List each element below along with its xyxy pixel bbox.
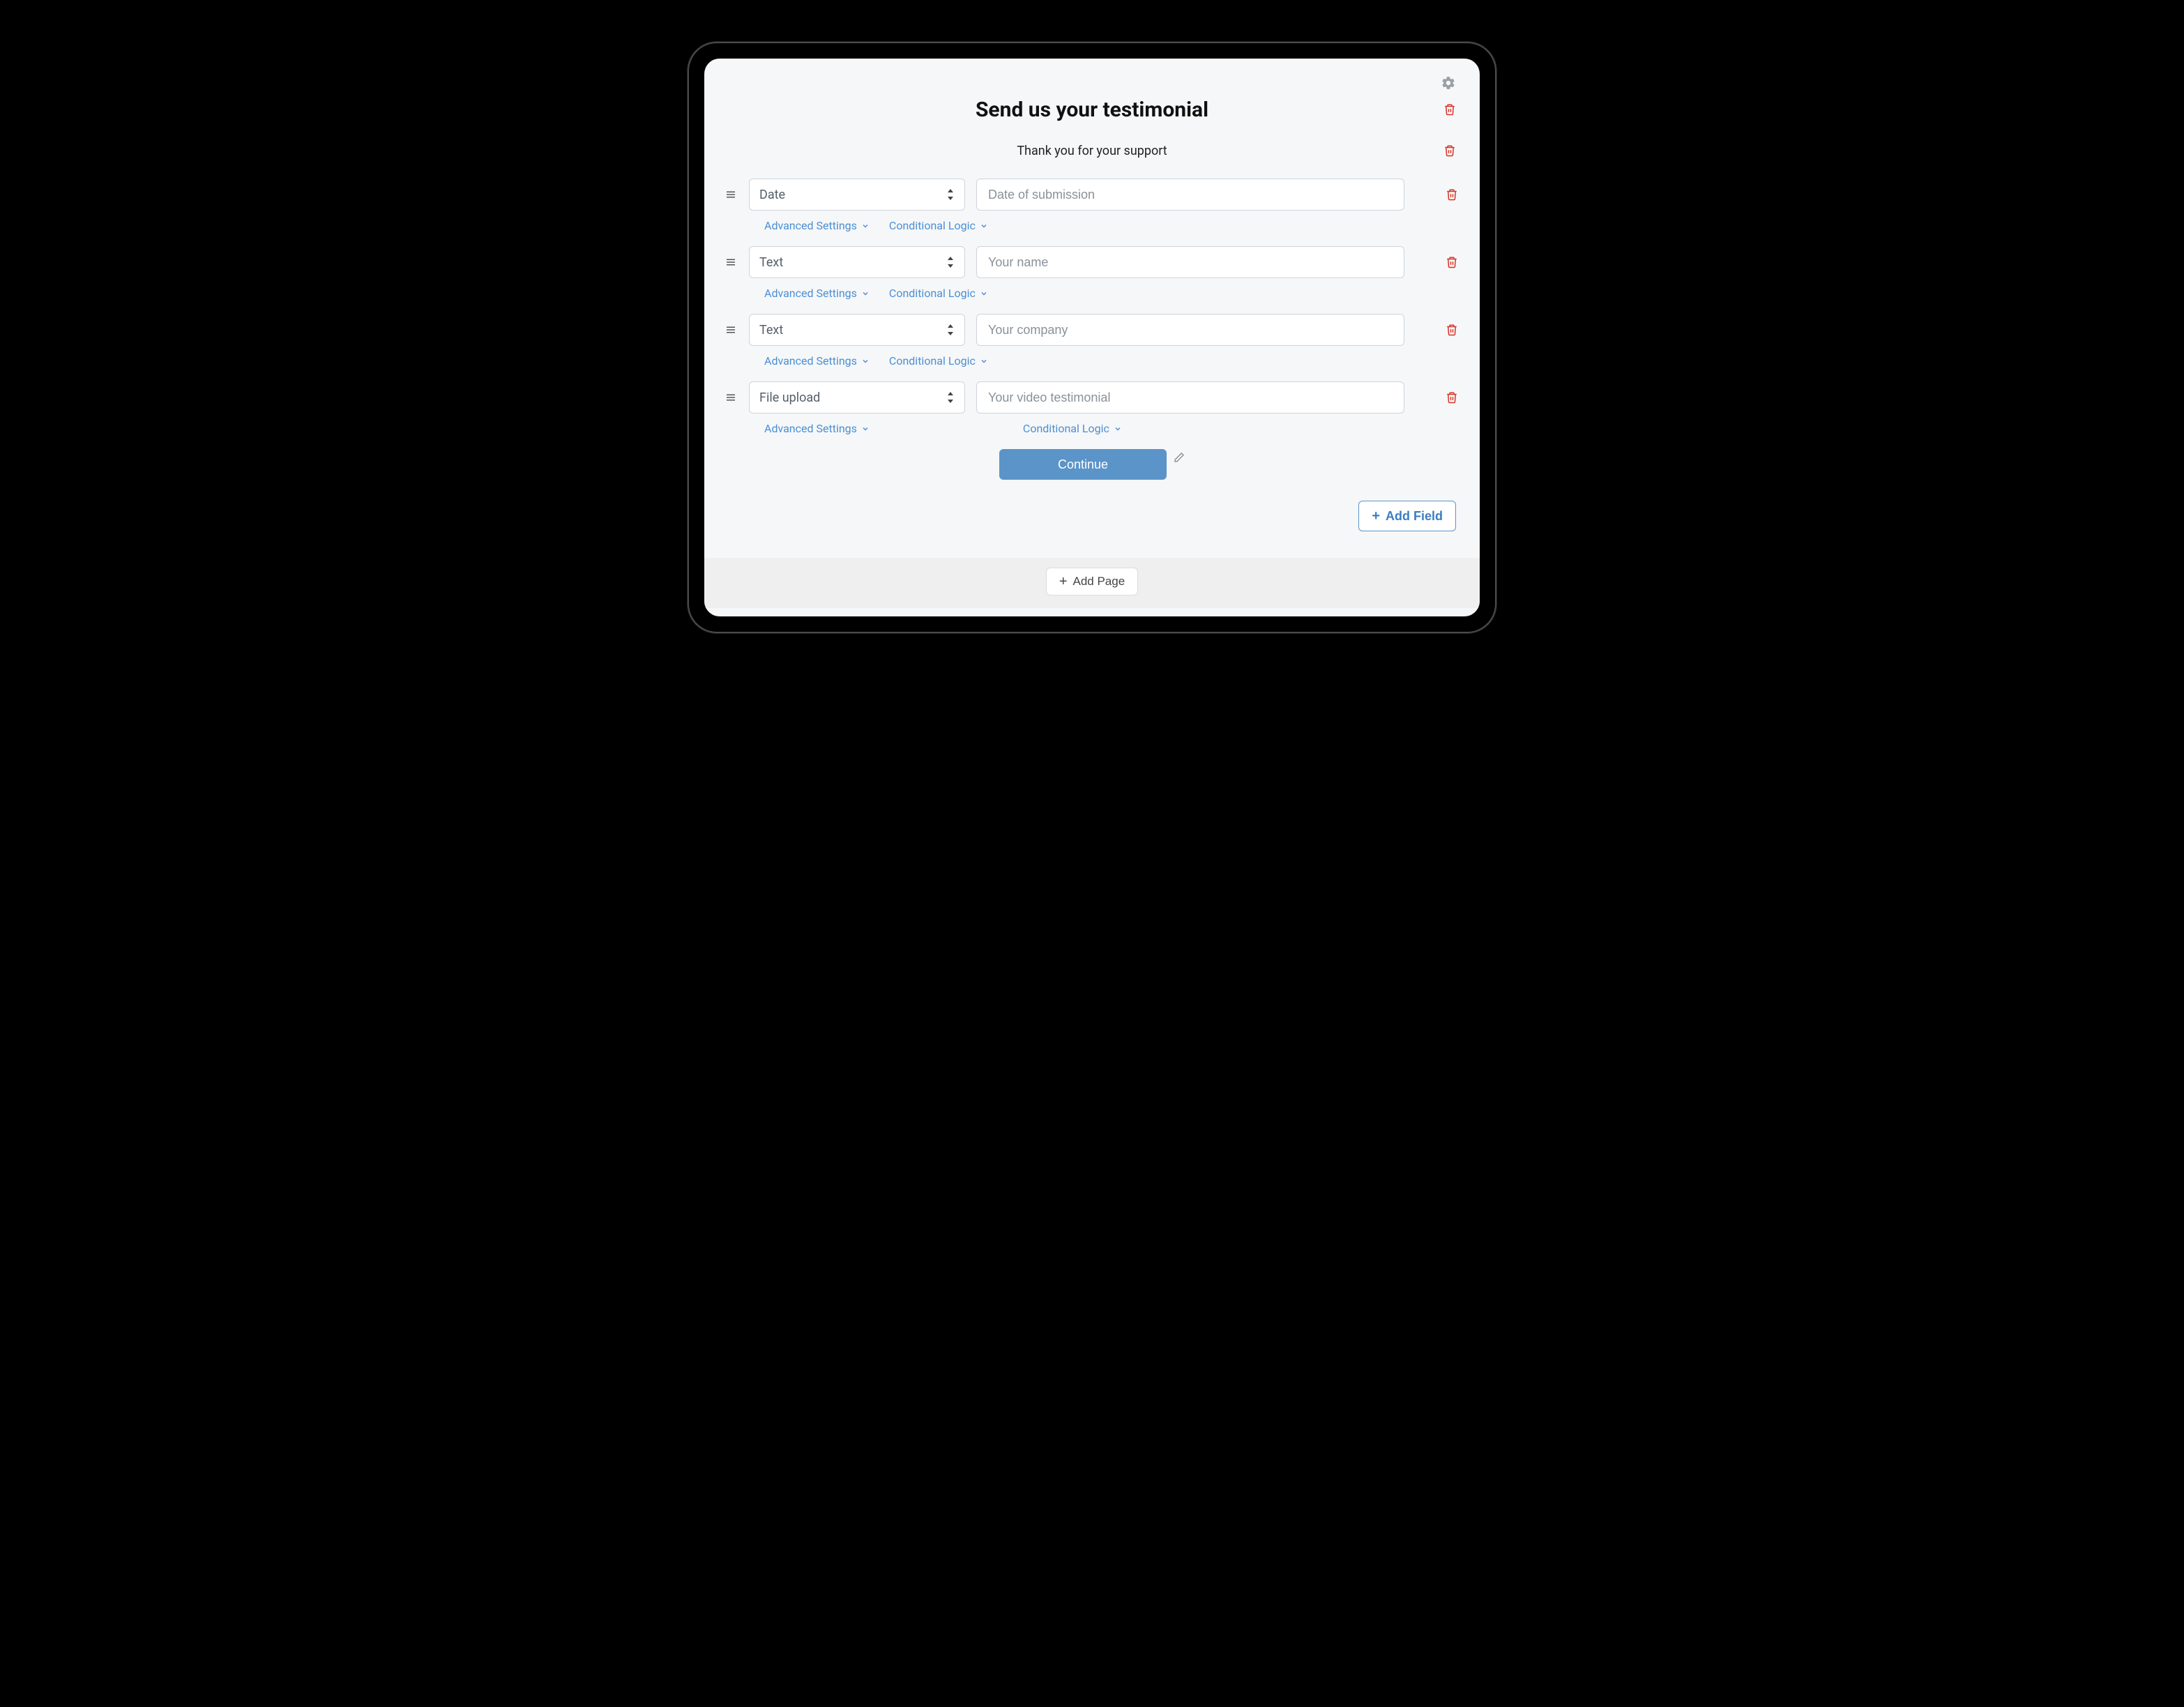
add-page-button[interactable]: + Add Page [1046,568,1138,595]
advanced-settings-label: Advanced Settings [764,287,857,300]
advanced-settings-label: Advanced Settings [764,354,857,367]
field-label-input[interactable] [976,179,1404,211]
drag-handle-icon[interactable] [724,256,738,268]
select-sort-icon [946,392,955,403]
add-field-label: Add Field [1386,509,1443,524]
drag-handle-icon[interactable] [724,188,738,201]
field-type-value: Text [759,323,783,337]
field-type-value: File upload [759,390,820,405]
chevron-down-icon [861,425,870,433]
delete-field-trash-icon[interactable] [1443,188,1460,201]
field-type-select[interactable]: Text [749,246,965,278]
edit-continue-pencil-icon[interactable] [1174,452,1185,463]
chevron-down-icon [861,289,870,298]
advanced-settings-link[interactable]: Advanced Settings [764,219,870,232]
chevron-down-icon [980,357,988,365]
page-subtitle: Thank you for your support [1017,144,1167,158]
drag-handle-icon[interactable] [724,391,738,404]
form-field-block: Text Advanced Settings Conditional Logic [724,314,1460,367]
conditional-logic-label: Conditional Logic [889,354,976,367]
select-sort-icon [946,189,955,200]
conditional-logic-link[interactable]: Conditional Logic [889,219,988,232]
form-field-block: Date Advanced Settings Conditional Logic [724,179,1460,232]
field-label-input[interactable] [976,246,1404,278]
conditional-logic-label: Conditional Logic [889,287,976,300]
form-field-block: File upload Advanced Settings Conditional … [724,381,1460,435]
delete-subtitle-trash-icon[interactable] [1443,144,1456,157]
delete-field-trash-icon[interactable] [1443,391,1460,404]
conditional-logic-link[interactable]: Conditional Logic [1023,422,1122,435]
drag-handle-icon[interactable] [724,324,738,336]
conditional-logic-label: Conditional Logic [1023,422,1109,435]
advanced-settings-link[interactable]: Advanced Settings [764,422,870,435]
app-screen: Send us your testimonial Thank you for y… [704,59,1480,616]
settings-gear-icon[interactable] [1441,75,1456,91]
tablet-frame: Send us your testimonial Thank you for y… [688,42,1496,633]
chevron-down-icon [1114,425,1122,433]
field-label-input[interactable] [976,381,1404,414]
advanced-settings-label: Advanced Settings [764,219,857,232]
field-type-select[interactable]: Date [749,179,965,211]
plus-icon: + [1372,509,1380,523]
delete-field-trash-icon[interactable] [1443,324,1460,336]
plus-icon: + [1059,575,1068,589]
add-page-bar: + Add Page [704,558,1480,608]
chevron-down-icon [980,222,988,230]
conditional-logic-link[interactable]: Conditional Logic [889,354,988,367]
conditional-logic-label: Conditional Logic [889,219,976,232]
field-type-select[interactable]: File upload [749,381,965,414]
chevron-down-icon [980,289,988,298]
field-type-select[interactable]: Text [749,314,965,346]
select-sort-icon [946,257,955,268]
field-type-value: Text [759,255,783,270]
add-field-button[interactable]: + Add Field [1358,501,1456,531]
page-title: Send us your testimonial [976,98,1208,122]
form-field-block: Text Advanced Settings Conditional Logic [724,246,1460,300]
field-label-input[interactable] [976,314,1404,346]
chevron-down-icon [861,222,870,230]
continue-button[interactable]: Continue [999,449,1167,480]
conditional-logic-link[interactable]: Conditional Logic [889,287,988,300]
delete-title-trash-icon[interactable] [1443,103,1456,116]
chevron-down-icon [861,357,870,365]
select-sort-icon [946,324,955,335]
advanced-settings-link[interactable]: Advanced Settings [764,354,870,367]
field-type-value: Date [759,188,785,202]
add-page-label: Add Page [1073,575,1125,589]
delete-field-trash-icon[interactable] [1443,256,1460,268]
advanced-settings-link[interactable]: Advanced Settings [764,287,870,300]
advanced-settings-label: Advanced Settings [764,422,857,435]
